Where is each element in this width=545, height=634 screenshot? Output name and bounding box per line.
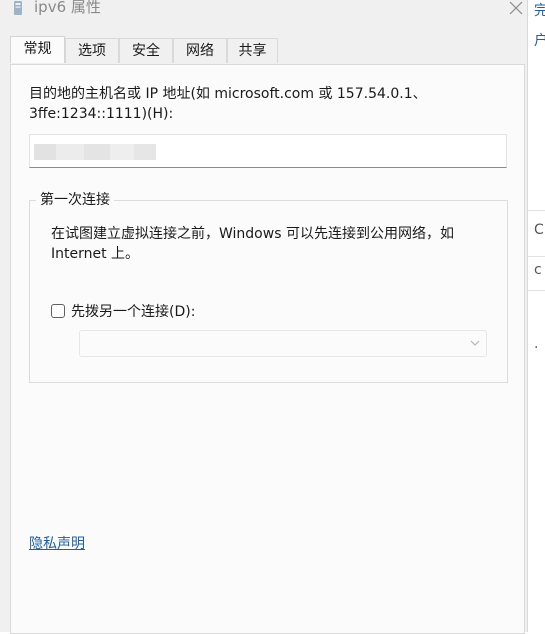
tab-security[interactable]: 安全 bbox=[119, 38, 173, 63]
redacted-text bbox=[84, 144, 110, 160]
background-divider bbox=[528, 256, 545, 257]
privacy-statement-link[interactable]: 隐私声明 bbox=[29, 534, 85, 554]
first-connect-description: 在试图建立虚拟连接之前，Windows 可以先连接到公用网络，如 Interne… bbox=[51, 224, 491, 264]
host-address-label-line1: 目的地的主机名或 IP 地址(如 microsoft.com 或 157.54.… bbox=[29, 86, 427, 102]
tab-general[interactable]: 常规 bbox=[10, 36, 65, 63]
background-text: 完 bbox=[534, 3, 545, 19]
first-connect-description-line1: 在试图建立虚拟连接之前，Windows 可以先连接到公用网络，如 bbox=[51, 226, 454, 242]
background-text: C bbox=[534, 222, 544, 238]
title-bar[interactable]: ipv6 属性 bbox=[0, 0, 527, 28]
background-divider bbox=[528, 210, 545, 211]
host-address-label: 目的地的主机名或 IP 地址(如 microsoft.com 或 157.54.… bbox=[29, 84, 469, 124]
background-text: c bbox=[534, 262, 542, 278]
redacted-text bbox=[56, 144, 84, 160]
redacted-text bbox=[110, 144, 134, 160]
window-title: ipv6 属性 bbox=[34, 0, 101, 16]
host-address-label-line2: 3ffe:1234::1111)(H): bbox=[29, 106, 174, 122]
background-window: 完 户 C c . bbox=[528, 0, 545, 632]
dial-connection-select[interactable] bbox=[79, 330, 487, 357]
host-address-input[interactable] bbox=[29, 134, 507, 168]
network-connection-icon bbox=[14, 1, 22, 15]
dial-another-connection-checkbox[interactable] bbox=[51, 304, 65, 318]
properties-dialog: ipv6 属性 常规 选项 安全 网络 共享 目的地的主机名或 IP 地址(如 … bbox=[0, 0, 528, 634]
close-icon[interactable] bbox=[502, 0, 528, 20]
background-divider bbox=[528, 290, 545, 291]
tab-sharing[interactable]: 共享 bbox=[227, 38, 278, 63]
redacted-text bbox=[134, 144, 156, 160]
redacted-text bbox=[34, 144, 56, 160]
tab-options[interactable]: 选项 bbox=[65, 38, 119, 63]
first-connect-legend: 第一次连接 bbox=[36, 190, 114, 210]
background-text: . bbox=[534, 336, 539, 352]
background-text: 户 bbox=[534, 33, 545, 49]
dial-another-connection-label[interactable]: 先拨另一个连接(D): bbox=[71, 302, 195, 322]
chevron-down-icon bbox=[470, 340, 480, 346]
tab-networking[interactable]: 网络 bbox=[173, 38, 227, 63]
first-connect-description-line2: Internet 上。 bbox=[51, 246, 140, 262]
